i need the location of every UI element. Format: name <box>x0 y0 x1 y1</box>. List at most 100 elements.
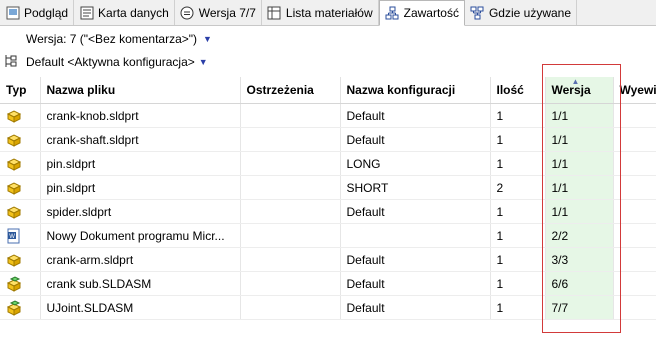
tab-label: Karta danych <box>98 5 169 20</box>
configuration-label: Default <Aktywna konfiguracja> <box>26 55 195 69</box>
row-filename: pin.sldprt <box>40 151 241 176</box>
row-version: 3/3 <box>545 247 614 272</box>
row-qty: 1 <box>490 223 546 248</box>
row-config: LONG <box>340 151 491 176</box>
tab-label: Lista materiałów <box>285 5 373 20</box>
part-icon <box>6 252 34 268</box>
row-qty: 1 <box>490 103 546 128</box>
version-selector-label: Wersja: 7 ("<Bez komentarza>") <box>26 32 198 46</box>
row-version: 7/7 <box>545 295 614 320</box>
tab-version[interactable]: Wersja 7/7 <box>175 0 262 25</box>
row-checkout <box>613 151 656 176</box>
row-version: 1/1 <box>545 127 614 152</box>
chevron-down-icon[interactable]: ▼ <box>199 57 208 67</box>
tab-where-used[interactable]: Gdzie używane <box>465 0 578 25</box>
row-config: SHORT <box>340 175 491 200</box>
assembly-icon <box>6 275 34 292</box>
assembly-icon <box>6 299 34 316</box>
row-version: 1/1 <box>545 175 614 200</box>
row-version: 2/2 <box>545 223 614 248</box>
row-type-cell <box>0 247 41 272</box>
datacard-icon <box>79 5 94 20</box>
row-qty: 1 <box>490 271 546 296</box>
tab-data-card[interactable]: Karta danych <box>74 0 175 25</box>
row-warnings <box>240 175 341 200</box>
row-filename: crank sub.SLDASM <box>40 271 241 296</box>
contains-grid: Typ Nazwa pliku Ostrzeżenia Nazwa konfig… <box>0 77 656 341</box>
column-header-version[interactable]: ▲ Wersja <box>545 77 614 104</box>
row-type-cell <box>0 127 41 152</box>
configuration-selector[interactable]: Default <Aktywna konfiguracja> ▼ <box>4 54 208 70</box>
row-version: 6/6 <box>545 271 614 296</box>
row-filename: crank-shaft.sldprt <box>40 127 241 152</box>
row-filename: Nowy Dokument programu Micr... <box>40 223 241 248</box>
part-icon <box>6 108 34 124</box>
row-config: Default <box>340 199 491 224</box>
table-row[interactable]: crank-shaft.sldprt Default 1 1/1 <box>0 127 656 152</box>
row-checkout <box>613 271 656 296</box>
table-row[interactable]: spider.sldprt Default 1 1/1 <box>0 199 656 224</box>
where-used-icon <box>470 5 485 20</box>
row-warnings <box>240 199 341 224</box>
part-icon <box>6 180 34 196</box>
word-document-icon: W <box>6 228 34 244</box>
row-version: 1/1 <box>545 103 614 128</box>
tab-label: Zawartość <box>403 6 459 20</box>
column-header-filename[interactable]: Nazwa pliku <box>40 77 241 104</box>
column-header-qty[interactable]: Ilość <box>490 77 546 104</box>
part-icon <box>6 156 34 172</box>
contains-icon <box>385 6 400 21</box>
version-selector[interactable]: Wersja: 7 ("<Bez komentarza>") ▼ <box>26 31 212 47</box>
row-checkout <box>613 295 656 320</box>
row-config: Default <box>340 103 491 128</box>
table-row[interactable]: crank-knob.sldprt Default 1 1/1 <box>0 103 656 128</box>
row-config: Default <box>340 271 491 296</box>
tab-contains[interactable]: Zawartość <box>378 0 465 26</box>
table-row[interactable]: pin.sldprt LONG 1 1/1 <box>0 151 656 176</box>
row-config: Default <box>340 127 491 152</box>
table-row[interactable]: UJoint.SLDASM Default 1 7/7 <box>0 295 656 320</box>
column-header-type[interactable]: Typ <box>0 77 41 104</box>
row-qty: 2 <box>490 175 546 200</box>
tab-preview[interactable]: Podgląd <box>0 0 75 25</box>
row-warnings <box>240 223 341 248</box>
row-version: 1/1 <box>545 151 614 176</box>
row-checkout <box>613 247 656 272</box>
row-warnings <box>240 151 341 176</box>
chevron-down-icon[interactable]: ▼ <box>203 34 212 44</box>
row-config: Default <box>340 295 491 320</box>
row-type-cell <box>0 199 41 224</box>
version-icon <box>180 5 195 20</box>
row-filename: spider.sldprt <box>40 199 241 224</box>
row-warnings <box>240 295 341 320</box>
tab-label: Podgląd <box>24 5 69 20</box>
row-filename: UJoint.SLDASM <box>40 295 241 320</box>
table-row[interactable]: W Nowy Dokument programu Micr... 1 2/2 <box>0 223 656 248</box>
table-row[interactable]: crank-arm.sldprt Default 1 3/3 <box>0 247 656 272</box>
row-config: Default <box>340 247 491 272</box>
table-row[interactable]: crank sub.SLDASM Default 1 6/6 <box>0 271 656 296</box>
bom-icon <box>267 5 282 20</box>
row-warnings <box>240 127 341 152</box>
tab-bar: Podgląd Karta danych Wersja 7/7 Lista ma… <box>0 0 656 26</box>
svg-text:W: W <box>9 234 15 240</box>
column-header-checkout[interactable]: Wyewid <box>613 77 656 104</box>
row-warnings <box>240 271 341 296</box>
sort-ascending-icon: ▲ <box>571 77 580 86</box>
column-header-warnings[interactable]: Ostrzeżenia <box>240 77 341 104</box>
row-qty: 1 <box>490 295 546 320</box>
row-warnings <box>240 247 341 272</box>
row-warnings <box>240 103 341 128</box>
row-filename: crank-knob.sldprt <box>40 103 241 128</box>
tab-bom[interactable]: Lista materiałów <box>262 0 379 25</box>
table-row[interactable]: pin.sldprt SHORT 2 1/1 <box>0 175 656 200</box>
row-type-cell <box>0 271 41 296</box>
row-type-cell <box>0 103 41 128</box>
column-header-config[interactable]: Nazwa konfiguracji <box>340 77 491 104</box>
row-qty: 1 <box>490 247 546 272</box>
row-type-cell <box>0 175 41 200</box>
row-checkout <box>613 175 656 200</box>
tab-label: Gdzie używane <box>488 5 572 20</box>
row-checkout <box>613 223 656 248</box>
preview-icon <box>5 5 20 20</box>
